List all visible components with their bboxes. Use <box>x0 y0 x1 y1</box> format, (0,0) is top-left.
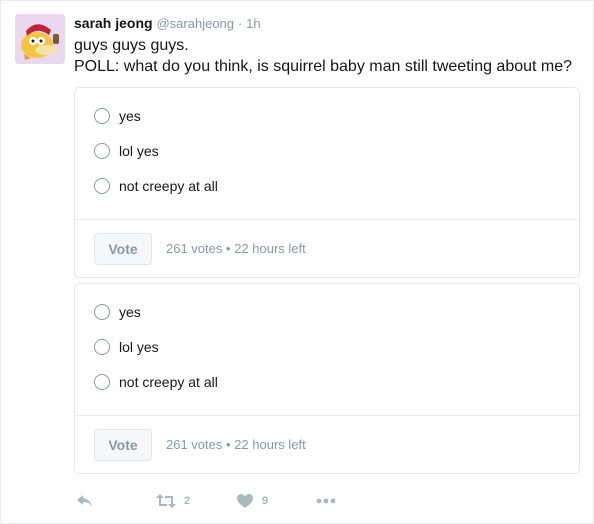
tweet-content: sarah jeong @sarahjeong · 1h guys guys g… <box>74 13 580 77</box>
poll-choice[interactable]: yes <box>94 107 579 142</box>
poll-choice[interactable]: not creepy at all <box>94 177 579 212</box>
poll-footer: Vote 261 votes • 22 hours left <box>75 219 579 278</box>
tweet: sarah jeong @sarahjeong · 1h guys guys g… <box>0 0 594 524</box>
user-fullname[interactable]: sarah jeong <box>74 15 153 31</box>
like-button[interactable]: 9 <box>236 490 268 512</box>
radio-button[interactable] <box>94 108 110 124</box>
radio-button[interactable] <box>94 374 110 390</box>
poll-meta-separator: • <box>226 241 231 256</box>
tweet-header: sarah jeong @sarahjeong · 1h <box>74 13 580 34</box>
retweet-button[interactable]: 2 <box>156 490 190 512</box>
retweet-count: 2 <box>184 495 191 507</box>
radio-button[interactable] <box>94 304 110 320</box>
radio-button[interactable] <box>94 339 110 355</box>
poll-meta-separator: • <box>226 437 231 452</box>
user-handle[interactable]: @sarahjeong <box>156 16 234 31</box>
radio-button[interactable] <box>94 178 110 194</box>
header-separator: · <box>237 16 243 31</box>
poll-choice-label: lol yes <box>119 143 159 159</box>
retweet-icon <box>156 494 176 508</box>
radio-button[interactable] <box>94 143 110 159</box>
more-icon <box>316 498 336 504</box>
psyduck-avatar-icon <box>15 14 65 64</box>
tweet-timestamp[interactable]: 1h <box>246 16 260 31</box>
poll-choice[interactable]: yes <box>94 303 579 338</box>
poll-choices: yes lol yes not creepy at all <box>75 88 579 212</box>
tweet-text: guys guys guys. POLL: what do you think,… <box>74 35 580 77</box>
reply-icon <box>77 495 92 507</box>
poll-choice-label: yes <box>119 108 141 124</box>
poll-card: yes lol yes not creepy at all Vote 261 v… <box>74 283 580 474</box>
poll-vote-count: 261 votes <box>166 241 223 256</box>
poll-choice-label: yes <box>119 304 141 320</box>
heart-icon <box>237 494 253 508</box>
poll-meta: 261 votes • 22 hours left <box>166 241 306 256</box>
poll-choice-label: lol yes <box>119 339 159 355</box>
more-button[interactable] <box>316 490 336 512</box>
poll-choice[interactable]: lol yes <box>94 338 579 373</box>
avatar[interactable] <box>15 14 65 64</box>
like-count: 9 <box>262 495 269 507</box>
poll-card: yes lol yes not creepy at all Vote 261 v… <box>74 87 580 278</box>
poll-choice-label: not creepy at all <box>119 178 218 194</box>
poll-choice[interactable]: not creepy at all <box>94 373 579 408</box>
poll-footer: Vote 261 votes • 22 hours left <box>75 415 579 474</box>
reply-button[interactable] <box>76 490 94 512</box>
vote-button[interactable]: Vote <box>94 429 152 461</box>
poll-vote-count: 261 votes <box>166 437 223 452</box>
poll-time-left: 22 hours left <box>234 241 306 256</box>
poll-meta: 261 votes • 22 hours left <box>166 437 306 452</box>
poll-choices: yes lol yes not creepy at all <box>75 284 579 408</box>
tweet-text-line: guys guys guys. <box>74 37 189 54</box>
tweet-actions: 2 9 <box>74 490 374 512</box>
poll-choice[interactable]: lol yes <box>94 142 579 177</box>
tweet-text-line: POLL: what do you think, is squirrel bab… <box>74 58 573 75</box>
vote-button[interactable]: Vote <box>94 233 152 265</box>
poll-time-left: 22 hours left <box>234 437 306 452</box>
poll-choice-label: not creepy at all <box>119 374 218 390</box>
